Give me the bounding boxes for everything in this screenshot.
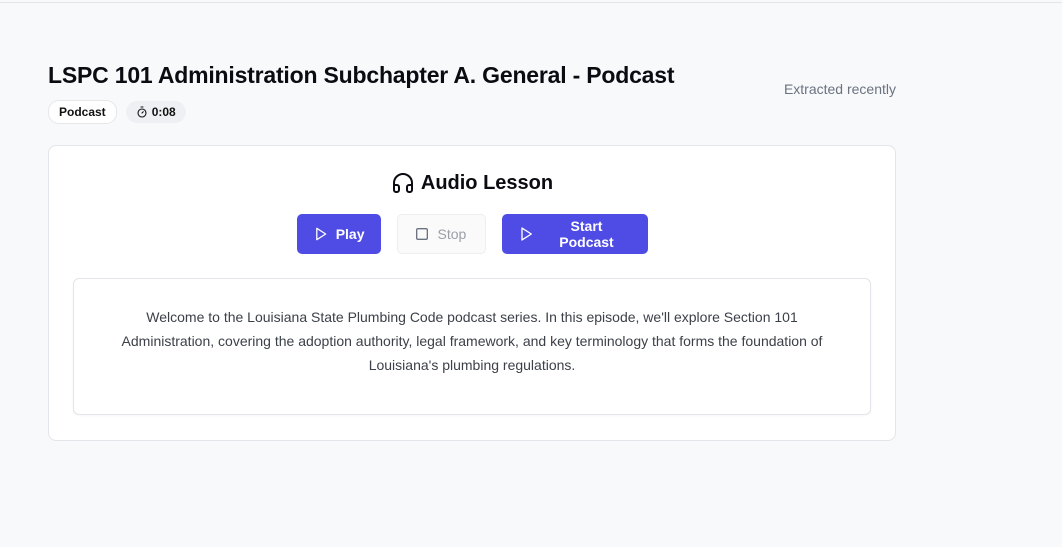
audio-lesson-heading: Audio Lesson (49, 171, 895, 195)
stop-icon (415, 228, 428, 240)
extracted-status: Extracted recently (783, 81, 896, 97)
audio-lesson-card: Audio Lesson Play Stop Start Podcast Wel… (48, 145, 896, 441)
start-podcast-label: Start Podcast (559, 218, 614, 250)
transcript-box: Welcome to the Louisiana State Plumbing … (73, 278, 871, 415)
play-label: Play (335, 226, 365, 242)
top-divider (0, 2, 1062, 3)
stop-label: Stop (437, 226, 467, 242)
page-title: LSPC 101 Administration Subchapter A. Ge… (48, 62, 675, 88)
duration-label: 0:08 (151, 105, 176, 119)
stop-button[interactable]: Stop (396, 214, 486, 254)
headphones-icon (392, 173, 413, 193)
start-podcast-button[interactable]: Start Podcast (501, 214, 648, 254)
type-badge: Podcast (48, 100, 117, 124)
play-button[interactable]: Play (296, 214, 381, 254)
play-icon (520, 227, 532, 241)
transcript-text: Welcome to the Louisiana State Plumbing … (121, 309, 823, 373)
play-icon (315, 227, 326, 241)
badge-row: Podcast 0:08 (48, 100, 896, 124)
timer-icon (137, 106, 147, 118)
duration-badge: 0:08 (125, 101, 186, 123)
lesson-header: LSPC 101 Administration Subchapter A. Ge… (48, 60, 896, 124)
playback-controls: Play Stop Start Podcast (49, 214, 895, 254)
audio-lesson-title: Audio Lesson (420, 171, 554, 194)
